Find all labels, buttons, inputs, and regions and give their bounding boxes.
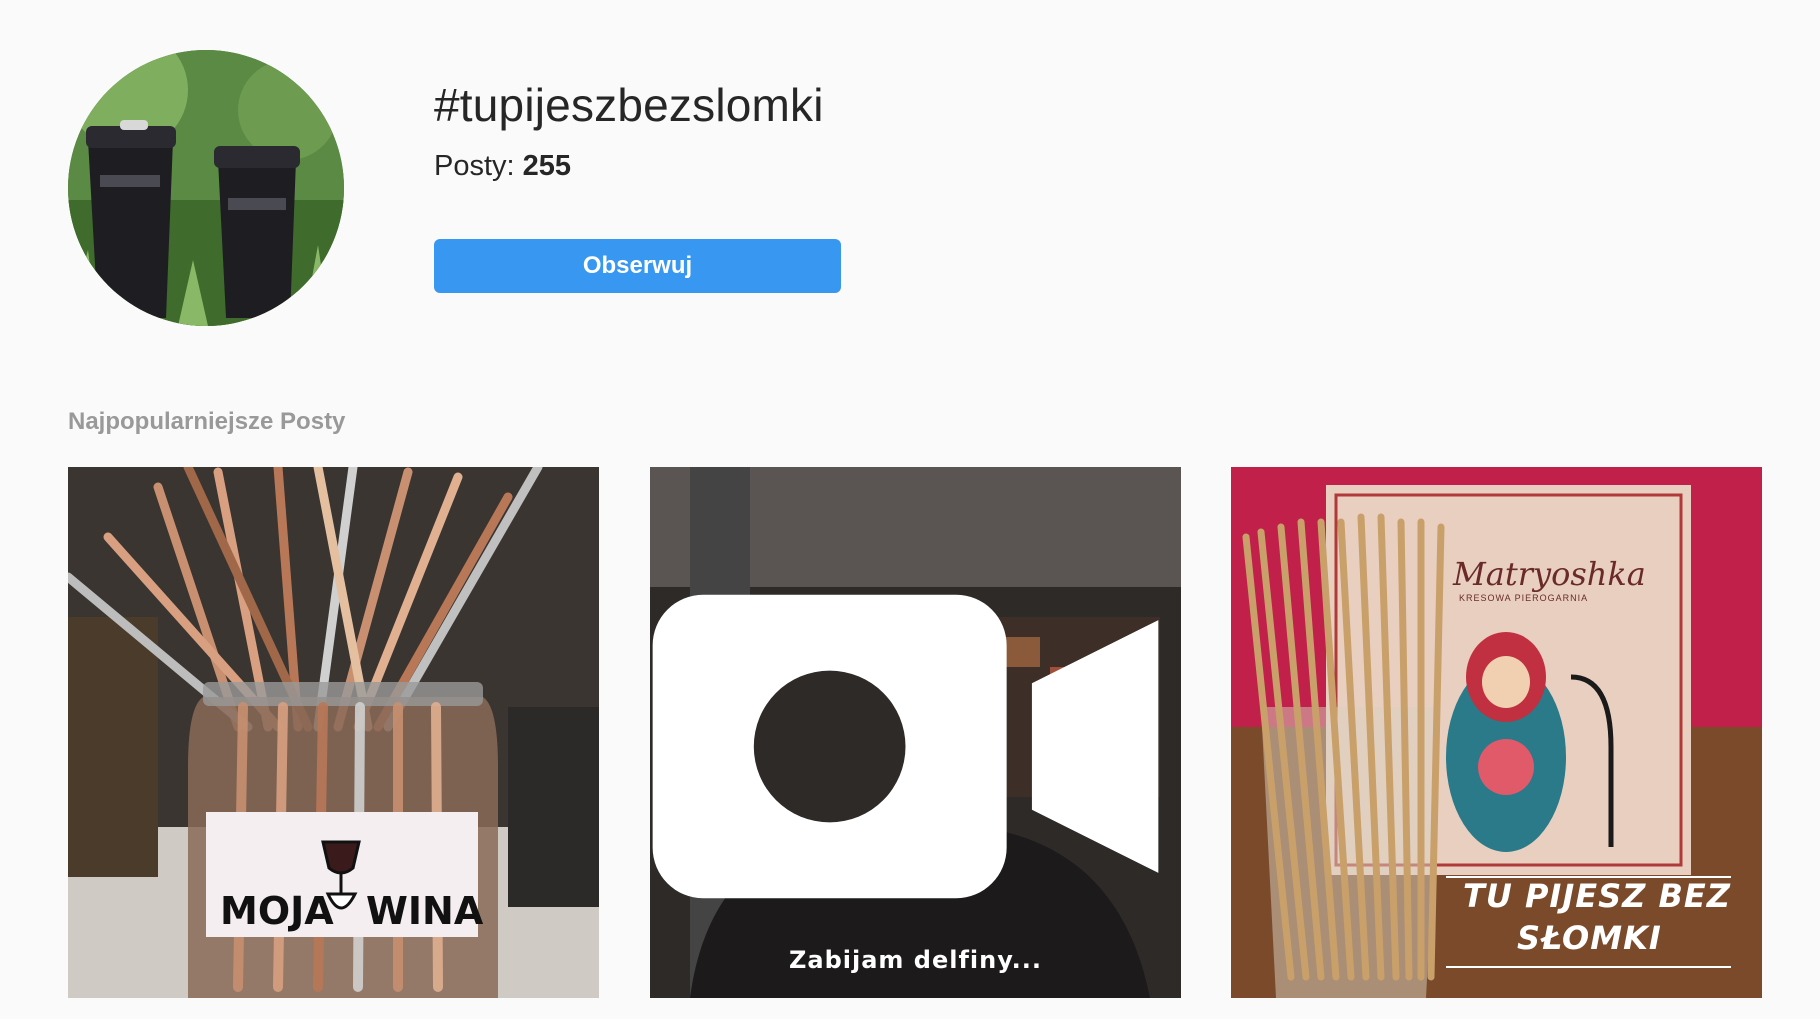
matryoshka-brand: Matryoshka <box>1453 555 1646 593</box>
matryoshka-brand-sub: KRESOWA PIEROGARNIA <box>1459 593 1589 603</box>
follow-button[interactable]: Obserwuj <box>434 239 841 293</box>
post-thumbnail-1[interactable]: MOJA WINA <box>68 467 599 998</box>
avatar-image <box>68 50 344 326</box>
video-caption: Zabijam delfiny... <box>788 946 1043 974</box>
posts-count-value: 255 <box>522 150 572 182</box>
post-thumbnail-3[interactable]: Matryoshka KRESOWA PIEROGARNIA TU PIJESZ… <box>1231 467 1762 998</box>
posts-count: Posty: 255 <box>434 150 571 183</box>
hashtag-avatar <box>68 50 344 326</box>
top-posts-heading: Najpopularniejsze Posty <box>68 408 346 435</box>
hashtag-title: #tupijeszbezslomki <box>434 79 824 131</box>
video-camera-icon <box>652 594 1159 899</box>
slogan-line-2: SŁOMKI <box>1517 919 1662 957</box>
jar-label-right: WINA <box>366 889 484 933</box>
posts-count-label: Posty: <box>434 150 515 182</box>
post-image-matryoshka-straws <box>1231 467 1762 998</box>
jar-label-left: MOJA <box>220 889 334 933</box>
slogan-line-1: TU PIJESZ BEZ <box>1463 877 1731 915</box>
post-thumbnail-2[interactable]: Zabijam delfiny... <box>650 467 1181 998</box>
